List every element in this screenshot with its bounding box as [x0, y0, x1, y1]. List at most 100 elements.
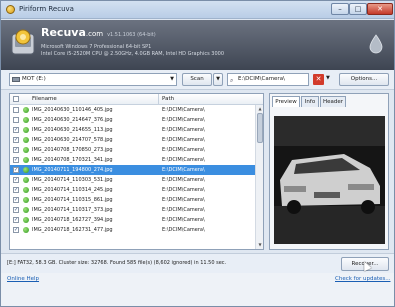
table-row[interactable]: ✓ IMG_20140711_194800_274.jpg E:\DCIM\Came… — [10, 165, 255, 175]
row-filename: IMG_20140630_214647_376.jpg — [32, 117, 113, 123]
table-row[interactable]: IMG_20140630_110146_405.jpg E:\DCIM\Camer… — [10, 105, 255, 115]
recovery-state-icon — [23, 117, 29, 123]
row-path: E:\DCIM\Camera\ — [162, 207, 205, 213]
row-checkbox[interactable]: ✓ — [13, 217, 19, 223]
row-filename: IMG_20140708_170321_341.jpg — [32, 157, 113, 163]
drive-select-value: MOT (E:) — [22, 76, 46, 82]
online-help-link[interactable]: Online Help — [7, 276, 39, 282]
preview-pane: Preview Info Header — [269, 93, 389, 250]
chevron-down-icon: ▼ — [170, 76, 174, 82]
table-row[interactable]: ✓ IMG_20140630_214707_578.jpg E:\DCIM\Came… — [10, 135, 255, 145]
row-checkbox[interactable]: ✓ — [13, 167, 19, 173]
column-path[interactable]: Path — [162, 96, 174, 102]
row-checkbox[interactable]: ✓ — [13, 127, 19, 133]
table-row[interactable]: ✓ IMG_20140714_110317_373.jpg E:\DCIM\Came… — [10, 205, 255, 215]
scan-dropdown-button[interactable]: ▼ — [213, 73, 223, 86]
row-filename: IMG_20140708_170850_273.jpg — [32, 147, 113, 153]
preview-image — [274, 116, 385, 244]
table-row[interactable]: ✓ IMG_20140630_214655_113.jpg E:\DCIM\Came… — [10, 125, 255, 135]
row-checkbox[interactable]: ✓ — [13, 227, 19, 233]
row-path: E:\DCIM\Camera\ — [162, 117, 205, 123]
app-header: Recuva.com v1.51.1063 (64-bit) Microsoft … — [1, 20, 394, 70]
filter-dropdown-icon[interactable]: ▼ — [326, 75, 330, 81]
tab-preview[interactable]: Preview — [272, 96, 300, 107]
recovery-state-icon — [23, 197, 29, 203]
table-row[interactable]: IMG_20140630_214647_376.jpg E:\DCIM\Camer… — [10, 115, 255, 125]
tab-info[interactable]: Info — [301, 96, 319, 107]
brand-domain: .com — [85, 30, 104, 38]
column-divider[interactable] — [158, 94, 159, 105]
row-path: E:\DCIM\Camera\ — [162, 177, 205, 183]
row-filename: IMG_20140718_162727_394.jpg — [32, 217, 113, 223]
row-path: E:\DCIM\Camera\ — [162, 167, 205, 173]
filename-path-input[interactable]: ⌕ E:\DCIM\Camera\ — [227, 73, 309, 86]
tab-header[interactable]: Header — [320, 96, 346, 107]
row-checkbox[interactable]: ✓ — [13, 157, 19, 163]
path-input-value: E:\DCIM\Camera\ — [238, 76, 285, 82]
table-row[interactable]: ✓ IMG_20140714_110315_861.jpg E:\DCIM\Came… — [10, 195, 255, 205]
title-bar[interactable]: Piriform Recuva – □ ✕ — [1, 1, 394, 19]
recovery-state-icon — [23, 177, 29, 183]
scroll-up-icon[interactable]: ▲ — [257, 106, 263, 112]
drive-icon — [12, 77, 20, 82]
recovery-state-icon — [23, 227, 29, 233]
row-filename: IMG_20140630_214655_113.jpg — [32, 127, 113, 133]
select-all-checkbox[interactable] — [13, 96, 19, 102]
drive-select[interactable]: MOT (E:) ▼ — [9, 73, 177, 86]
scroll-down-icon[interactable]: ▼ — [257, 242, 263, 248]
recovery-state-icon — [23, 137, 29, 143]
recuva-logo-icon — [11, 29, 35, 55]
row-checkbox[interactable]: ✓ — [13, 197, 19, 203]
check-updates-link[interactable]: Check for updates... — [335, 276, 390, 282]
scroll-thumb[interactable] — [257, 113, 263, 143]
table-row[interactable]: ✓ IMG_20140718_162731_477.jpg E:\DCIM\Came… — [10, 225, 255, 235]
row-checkbox[interactable]: ✓ — [13, 137, 19, 143]
row-checkbox[interactable] — [13, 107, 19, 113]
row-filename: IMG_20140714_110317_373.jpg — [32, 207, 113, 213]
row-checkbox[interactable]: ✓ — [13, 207, 19, 213]
table-row[interactable]: ✓ IMG_20140714_110314_245.jpg E:\DCIM\Came… — [10, 185, 255, 195]
table-row[interactable]: ✓ IMG_20140714_110303_531.jpg E:\DCIM\Came… — [10, 175, 255, 185]
row-path: E:\DCIM\Camera\ — [162, 137, 205, 143]
recovery-state-icon — [23, 157, 29, 163]
row-checkbox[interactable]: ✓ — [13, 147, 19, 153]
minimize-button[interactable]: – — [331, 3, 349, 15]
row-filename: IMG_20140630_110146_405.jpg — [32, 107, 113, 113]
scan-status-text: [E:] FAT32, 58.3 GB. Cluster size: 32768… — [7, 260, 227, 266]
system-info-hardware: Intel Core i5-2520M CPU @ 2.50GHz, 4.0GB… — [41, 51, 225, 57]
window-title: Piriform Recuva — [19, 5, 74, 13]
row-path: E:\DCIM\Camera\ — [162, 217, 205, 223]
table-row[interactable]: ✓ IMG_20140708_170850_273.jpg E:\DCIM\Came… — [10, 145, 255, 155]
row-filename: IMG_20140711_194800_274.jpg — [32, 167, 113, 173]
recovery-state-icon — [23, 187, 29, 193]
vertical-scrollbar[interactable]: ▲ ▼ — [255, 105, 263, 249]
status-bar: [E:] FAT32, 58.3 GB. Cluster size: 32768… — [1, 253, 394, 273]
scan-button[interactable]: Scan — [182, 73, 212, 86]
clear-filter-button[interactable]: ✕ — [313, 74, 324, 85]
recovery-state-icon — [23, 167, 29, 173]
row-filename: IMG_20140630_214707_578.jpg — [32, 137, 113, 143]
column-filename[interactable]: Filename — [32, 96, 57, 102]
row-checkbox[interactable] — [13, 117, 19, 123]
row-path: E:\DCIM\Camera\ — [162, 127, 205, 133]
version-label: v1.51.1063 (64-bit) — [107, 32, 156, 38]
options-button[interactable]: Options... — [339, 73, 389, 86]
table-row[interactable]: ✓ IMG_20140708_170321_341.jpg E:\DCIM\Came… — [10, 155, 255, 165]
recovery-state-icon — [23, 207, 29, 213]
file-list-header: Filename Path — [10, 94, 263, 105]
row-filename: IMG_20140718_162731_477.jpg — [32, 227, 113, 233]
row-filename: IMG_20140714_110314_245.jpg — [32, 187, 113, 193]
toolbar: MOT (E:) ▼ Scan ▼ ⌕ E:\DCIM\Camera\ ✕ ▼ … — [1, 70, 394, 90]
row-checkbox[interactable]: ✓ — [13, 177, 19, 183]
row-checkbox[interactable]: ✓ — [13, 187, 19, 193]
brand-name: Recuva.com v1.51.1063 (64-bit) — [41, 26, 156, 39]
file-list: Filename Path IMG_20140630_110146_405.jp… — [9, 93, 264, 250]
search-icon: ⌕ — [230, 77, 234, 84]
row-path: E:\DCIM\Camera\ — [162, 107, 205, 113]
table-row[interactable]: ✓ IMG_20140718_162727_394.jpg E:\DCIM\Came… — [10, 215, 255, 225]
maximize-button[interactable]: □ — [349, 3, 367, 15]
row-filename: IMG_20140714_110303_531.jpg — [32, 177, 113, 183]
close-button[interactable]: ✕ — [367, 3, 393, 15]
file-rows: IMG_20140630_110146_405.jpg E:\DCIM\Camer… — [10, 105, 255, 235]
recovery-state-icon — [23, 147, 29, 153]
